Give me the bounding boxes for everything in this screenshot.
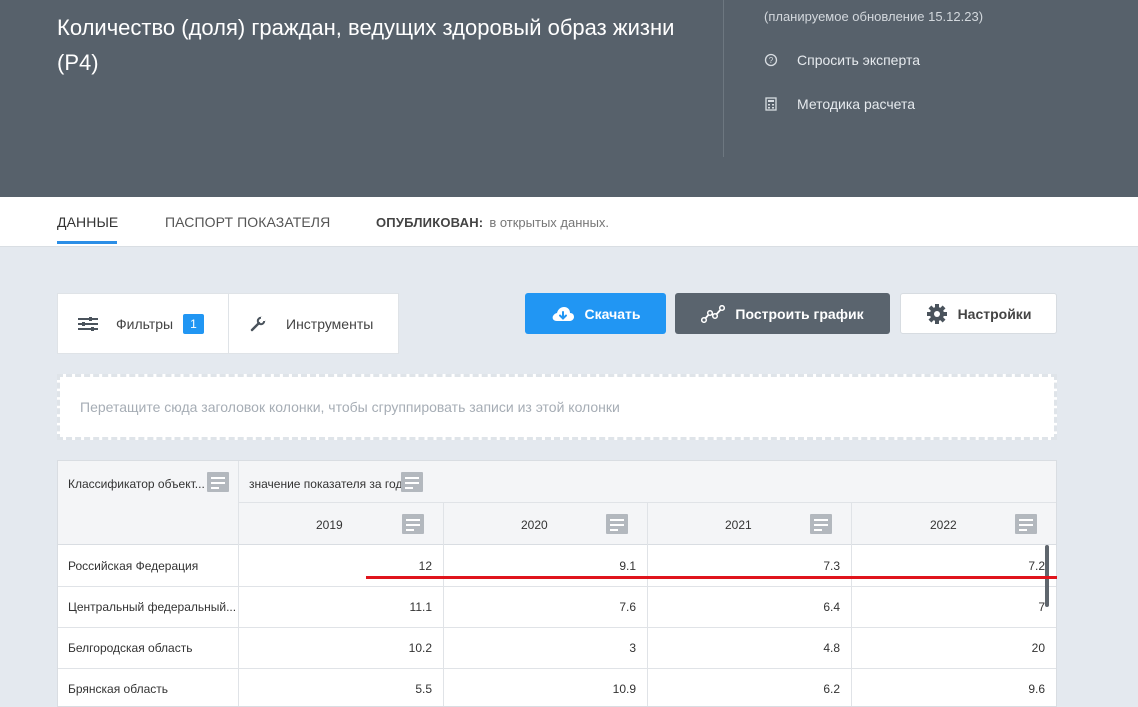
- filters-count-badge: 1: [183, 313, 204, 334]
- header-divider: [723, 0, 724, 157]
- published-label: ОПУБЛИКОВАН:: [376, 215, 484, 230]
- column-divider: [238, 461, 239, 706]
- filters-label: Фильтры: [116, 315, 174, 332]
- gear-icon: [926, 303, 948, 325]
- column-header-classifier[interactable]: Классификатор объект...: [68, 469, 205, 499]
- settings-button[interactable]: Настройки: [900, 293, 1057, 334]
- column-divider: [851, 502, 852, 706]
- calculator-icon: [764, 97, 778, 111]
- methodology-link[interactable]: Методика расчета: [764, 96, 915, 112]
- table-cell[interactable]: 20: [856, 628, 1045, 668]
- column-menu-icon[interactable]: [606, 514, 628, 534]
- toolbox: Фильтры 1 Инструменты: [57, 293, 399, 354]
- table-cell[interactable]: 12: [243, 546, 432, 586]
- table-cell[interactable]: 7.3: [652, 546, 840, 586]
- build-chart-label: Построить график: [735, 305, 864, 322]
- table-cell[interactable]: 9.6: [856, 669, 1045, 706]
- settings-label: Настройки: [957, 305, 1032, 322]
- table-cell[interactable]: 10.2: [243, 628, 432, 668]
- table-cell[interactable]: 9.1: [448, 546, 636, 586]
- tools-button[interactable]: Инструменты: [229, 294, 373, 353]
- column-menu-icon[interactable]: [1015, 514, 1037, 534]
- published-value: в открытых данных.: [489, 215, 610, 230]
- question-circle-icon: ?: [764, 53, 778, 67]
- column-header-year[interactable]: 2022: [930, 513, 957, 537]
- table-cell[interactable]: 6.4: [652, 587, 840, 627]
- highlight-underline-annotation: [366, 576, 1057, 579]
- table-cell[interactable]: 7.6: [448, 587, 636, 627]
- table-cell[interactable]: 7: [856, 587, 1045, 627]
- column-divider: [647, 502, 648, 706]
- ask-expert-link[interactable]: ? Спросить эксперта: [764, 52, 920, 68]
- group-drop-zone[interactable]: Перетащите сюда заголовок колонки, чтобы…: [57, 374, 1057, 440]
- update-note: (планируемое обновление 15.12.23): [764, 9, 984, 24]
- published-status: ОПУБЛИКОВАН: в открытых данных.: [376, 215, 609, 230]
- filters-button[interactable]: Фильтры 1: [58, 294, 229, 353]
- wrench-icon: [248, 314, 268, 334]
- tab-passport[interactable]: ПАСПОРТ ПОКАЗАТЕЛЯ: [165, 214, 330, 230]
- table-cell[interactable]: 5.5: [243, 669, 432, 706]
- download-label: Скачать: [584, 305, 641, 322]
- download-button[interactable]: Скачать: [525, 293, 666, 334]
- tab-data[interactable]: ДАННЫЕ: [57, 214, 118, 230]
- svg-text:?: ?: [769, 56, 774, 65]
- tab-bar: ДАННЫЕ ПАСПОРТ ПОКАЗАТЕЛЯ ОПУБЛИКОВАН: в …: [0, 197, 1138, 247]
- table-cell[interactable]: 7.2: [856, 546, 1045, 586]
- table-cell[interactable]: 3: [448, 628, 636, 668]
- table-cell[interactable]: 10.9: [448, 669, 636, 706]
- sliders-icon: [78, 314, 98, 334]
- row-name[interactable]: Белгородская область: [68, 628, 192, 668]
- build-chart-button[interactable]: Построить график: [675, 293, 890, 334]
- tools-label: Инструменты: [286, 315, 374, 332]
- column-menu-icon[interactable]: [401, 472, 423, 492]
- active-tab-indicator: [57, 241, 117, 244]
- column-header-year[interactable]: 2021: [725, 513, 752, 537]
- column-menu-icon[interactable]: [810, 514, 832, 534]
- table-cell[interactable]: 4.8: [652, 628, 840, 668]
- methodology-label: Методика расчета: [797, 96, 916, 112]
- table-cell[interactable]: 6.2: [652, 669, 840, 706]
- row-name[interactable]: Российская Федерация: [68, 546, 198, 586]
- column-menu-icon[interactable]: [402, 514, 424, 534]
- data-grid: Классификатор объект... значение показат…: [57, 460, 1057, 707]
- cloud-download-icon: [551, 305, 575, 323]
- table-cell[interactable]: 11.1: [243, 587, 432, 627]
- column-menu-icon[interactable]: [207, 472, 229, 492]
- row-name[interactable]: Центральный федеральный...: [68, 587, 236, 627]
- line-chart-icon: [701, 304, 726, 323]
- column-group-header[interactable]: значение показателя за год: [249, 469, 402, 499]
- column-header-year[interactable]: 2020: [521, 513, 548, 537]
- page-header: Количество (доля) граждан, ведущих здоро…: [0, 0, 1138, 197]
- ask-expert-label: Спросить эксперта: [797, 52, 920, 68]
- page-title: Количество (доля) граждан, ведущих здоро…: [57, 15, 675, 75]
- row-name[interactable]: Брянская область: [68, 669, 168, 706]
- column-divider: [443, 502, 444, 706]
- column-header-year[interactable]: 2019: [316, 513, 343, 537]
